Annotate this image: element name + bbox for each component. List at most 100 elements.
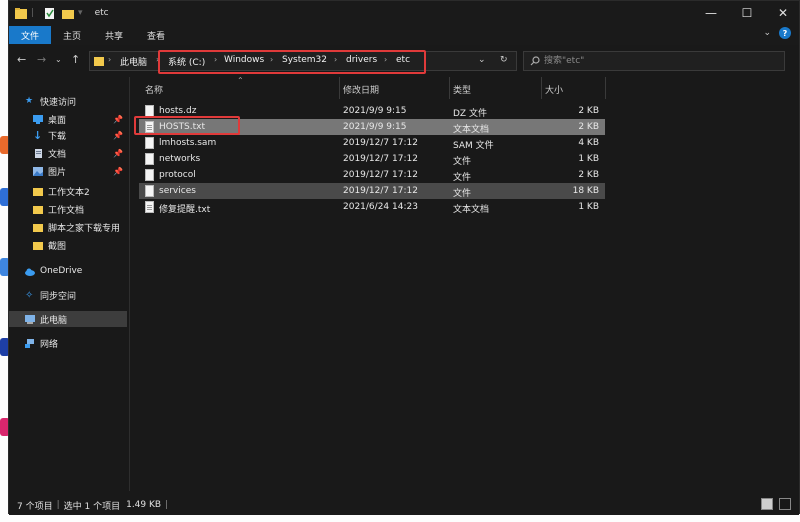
separator: |: [165, 500, 169, 510]
large-icons-view-icon[interactable]: [779, 498, 791, 510]
sidebar-item-label: 此电脑: [40, 315, 68, 326]
file-type: 文本文档: [453, 205, 490, 215]
file-icon: [145, 169, 154, 181]
sidebar-item-label: 工作文档: [48, 205, 85, 216]
tab-home[interactable]: 主页: [51, 26, 93, 44]
tab-share[interactable]: 共享: [93, 26, 135, 44]
file-size: 2 KB: [578, 122, 599, 132]
title-bar: | ▾ etc — ☐ ✕: [9, 1, 799, 25]
file-row-services[interactable]: services 2019/12/7 17:12 文件 18 KB: [139, 183, 605, 199]
sidebar-item-label: 同步空间: [40, 291, 77, 302]
address-history-icon[interactable]: ⌄: [478, 55, 486, 65]
sidebar-item-network[interactable]: 网络: [9, 335, 127, 351]
recent-locations-icon[interactable]: ⌄: [55, 55, 62, 64]
up-arrow-icon[interactable]: ↑: [71, 53, 80, 66]
breadcrumb-this-pc[interactable]: 此电脑: [120, 55, 147, 68]
folder-icon: [33, 187, 43, 196]
pin-icon[interactable]: 📌: [113, 149, 123, 158]
sync-icon: ✧: [25, 289, 34, 301]
column-separator[interactable]: [541, 77, 542, 99]
sidebar-item-label: 下载: [48, 131, 67, 142]
pin-icon[interactable]: 📌: [113, 131, 123, 140]
desktop-icon: [33, 114, 43, 124]
maximize-button[interactable]: ☐: [729, 1, 765, 25]
sidebar-item-onedrive[interactable]: OneDrive: [9, 263, 127, 279]
document-icon: [35, 148, 42, 158]
file-row-networks[interactable]: networks 2019/12/7 17:12 文件 1 KB: [139, 151, 605, 167]
selection-size: 1.49 KB: [126, 500, 162, 510]
file-row-repair-reminder[interactable]: 修复提醒.txt 2021/6/24 14:23 文本文档 1 KB: [139, 199, 605, 215]
file-modified: 2019/12/7 17:12: [343, 170, 418, 180]
file-icon: [145, 153, 154, 165]
column-header-name[interactable]: 名称: [145, 83, 163, 96]
column-header-size[interactable]: 大小: [545, 83, 563, 96]
sidebar-item-work-text2[interactable]: 工作文本2: [9, 183, 127, 199]
separator: |: [31, 8, 35, 18]
file-name: hosts.dz: [159, 106, 197, 116]
sidebar-item-documents[interactable]: 文档 📌: [9, 145, 127, 161]
sidebar-item-desktop[interactable]: 桌面 📌: [9, 111, 127, 127]
file-name: lmhosts.sam: [159, 138, 217, 148]
properties-icon[interactable]: [44, 7, 56, 19]
column-separator[interactable]: [605, 77, 606, 99]
sidebar-item-pictures[interactable]: 图片 📌: [9, 163, 127, 179]
sidebar-item-label: 脚本之家下载专用: [48, 223, 121, 234]
file-modified: 2021/9/9 9:15: [343, 122, 407, 132]
sidebar-item-this-pc[interactable]: 此电脑: [9, 311, 127, 327]
search-box[interactable]: [523, 51, 785, 71]
computer-icon: [25, 314, 35, 324]
sidebar-item-script-downloads[interactable]: 脚本之家下载专用: [9, 219, 127, 235]
file-icon: [145, 137, 154, 149]
sidebar-item-quick-access[interactable]: ★ 快速访问: [9, 93, 127, 109]
forward-arrow-icon[interactable]: →: [37, 53, 46, 66]
item-count: 7 个项目: [17, 501, 53, 512]
column-header-type[interactable]: 类型: [453, 83, 471, 96]
sidebar-item-label: OneDrive: [40, 266, 83, 276]
pin-icon[interactable]: 📌: [113, 167, 123, 176]
breadcrumb-separator[interactable]: ›: [108, 55, 111, 64]
file-row-lmhosts-sam[interactable]: lmhosts.sam 2019/12/7 17:12 SAM 文件 4 KB: [139, 135, 605, 151]
back-arrow-icon[interactable]: ←: [17, 53, 26, 66]
sidebar-item-label: 文档: [48, 149, 67, 160]
new-folder-icon[interactable]: [62, 8, 75, 19]
close-button[interactable]: ✕: [765, 1, 800, 25]
folder-icon: [33, 223, 43, 232]
file-type: 文件: [453, 173, 472, 183]
file-list: ⌃ 名称 修改日期 类型 大小 hosts.dz 2021/9/9 9:15 D…: [131, 76, 799, 491]
column-separator[interactable]: [449, 77, 450, 99]
column-header-modified[interactable]: 修改日期: [343, 83, 379, 96]
file-name: services: [159, 186, 196, 196]
pane-divider[interactable]: [129, 77, 130, 491]
details-view-icon[interactable]: [761, 498, 773, 510]
file-size: 2 KB: [578, 170, 599, 180]
file-modified: 2021/6/24 14:23: [343, 202, 418, 212]
separator: |: [56, 500, 60, 510]
picture-icon: [33, 166, 43, 176]
download-icon: ↓: [33, 128, 43, 142]
file-modified: 2019/12/7 17:12: [343, 186, 418, 196]
folder-icon: [33, 241, 43, 250]
file-size: 1 KB: [578, 202, 599, 212]
search-input[interactable]: [544, 54, 774, 68]
cloud-icon: [25, 268, 35, 276]
help-icon[interactable]: ?: [779, 27, 791, 39]
column-separator[interactable]: [339, 77, 340, 99]
sidebar-item-screenshots[interactable]: 截图: [9, 237, 127, 253]
refresh-icon[interactable]: ↻: [500, 55, 508, 65]
tab-file[interactable]: 文件: [9, 26, 52, 44]
navigation-pane: ★ 快速访问 桌面 📌 ↓ 下载 📌 文档 📌 图片 📌 工作文本2 工作文档 …: [9, 77, 129, 491]
minimize-button[interactable]: —: [693, 1, 729, 25]
sidebar-item-sync-space[interactable]: ✧ 同步空间: [9, 287, 127, 303]
customize-quick-access-icon[interactable]: ▾: [78, 8, 83, 18]
status-bar: 7 个项目 | 选中 1 个项目 1.49 KB |: [9, 495, 799, 515]
file-modified: 2019/12/7 17:12: [343, 154, 418, 164]
expand-ribbon-icon[interactable]: ⌄: [763, 28, 771, 38]
file-type: 文件: [453, 189, 472, 199]
text-file-icon: [145, 201, 154, 213]
sidebar-item-work-docs[interactable]: 工作文档: [9, 201, 127, 217]
file-modified: 2021/9/9 9:15: [343, 106, 407, 116]
sidebar-item-downloads[interactable]: ↓ 下载 📌: [9, 127, 127, 143]
pin-icon[interactable]: 📌: [113, 115, 123, 124]
tab-view[interactable]: 查看: [135, 26, 177, 44]
file-row-protocol[interactable]: protocol 2019/12/7 17:12 文件 2 KB: [139, 167, 605, 183]
